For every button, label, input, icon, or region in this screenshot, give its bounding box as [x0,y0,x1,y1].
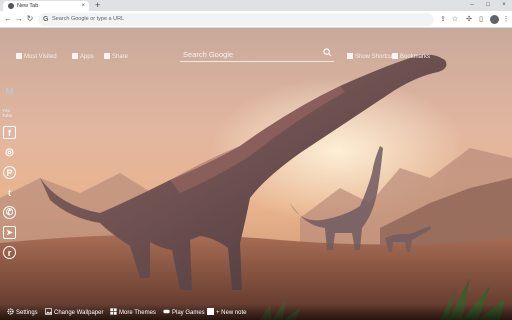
facebook-icon[interactable]: f [3,126,16,139]
new-tab-page: Most Visited Apps Share Show Shortcuts B… [0,28,512,320]
share-icon [104,53,110,59]
profile-avatar[interactable] [490,15,499,24]
youtube-icon[interactable]: You Tube [2,106,17,119]
whatsapp-icon[interactable]: ✆ [3,206,16,219]
forward-button[interactable]: → [14,13,24,25]
close-window-button[interactable]: × [497,0,511,10]
omnibox[interactable]: G Search Google or type a URL [38,13,434,26]
instagram-icon[interactable]: ◎ [3,146,16,159]
tab-favicon-icon [8,3,14,9]
reddit-icon[interactable]: r [3,246,16,259]
browser-toolbar: ← → ↻ G Search Google or type a URL ⇪ ☆ … [0,11,512,28]
telegram-icon[interactable]: ➤ [3,226,16,239]
reload-button[interactable]: ↻ [25,13,35,25]
new-tab-button[interactable]: + [95,0,100,10]
tab-strip: New Tab × + – □ × [0,0,512,11]
note-icon [207,308,214,315]
tab-title: New Tab [17,3,39,9]
new-note-button[interactable]: + New note [207,308,247,318]
maximize-button[interactable]: □ [481,0,495,10]
shortcuts-icon [347,53,353,59]
bottom-bar: Settings Change Wallpaper More Themes Pl… [0,304,512,320]
apps-icon [72,53,78,59]
show-shortcuts-link[interactable]: Show Shortcuts [347,53,397,62]
most-visited-link[interactable]: Most Visited [16,53,57,62]
back-button[interactable]: ← [3,13,13,25]
search-box [180,47,334,62]
minimize-button[interactable]: – [465,0,479,10]
twitter-icon[interactable]: t [3,186,16,199]
google-g-icon: G [43,16,49,23]
tab-close-icon[interactable]: × [81,2,85,10]
share-page-icon[interactable]: ⇪ [438,14,448,25]
bookmarks-link[interactable]: Bookmarks [392,53,430,62]
share-link[interactable]: Share [104,53,128,62]
pinterest-icon[interactable]: P [3,166,16,179]
bookmark-star-icon[interactable]: ☆ [450,14,460,25]
search-icon[interactable] [323,48,332,57]
menu-kebab-icon[interactable]: ⋮ [501,14,511,25]
change-wallpaper-button[interactable]: Change Wallpaper [45,308,103,318]
omnibox-placeholder: Search Google or type a URL [52,16,125,22]
settings-button[interactable]: Settings [7,308,38,318]
extensions-icon[interactable]: ✣ [464,14,474,25]
tab-new-tab[interactable]: New Tab × [3,1,89,11]
themes-grid-icon [110,308,117,315]
gear-icon [7,308,14,315]
apps-link[interactable]: Apps [72,53,94,62]
side-panel-icon[interactable]: ▯ [476,14,486,25]
gamepad-icon [163,309,170,314]
play-games-button[interactable]: Play Games [163,308,205,318]
search-input[interactable] [183,48,318,60]
bookmark-icon [392,53,398,59]
image-icon [45,308,52,315]
wallpaper-dinosaur-image [0,28,512,320]
gmail-icon[interactable]: M [3,86,16,99]
more-themes-button[interactable]: More Themes [110,308,156,318]
grid-icon [16,53,22,59]
